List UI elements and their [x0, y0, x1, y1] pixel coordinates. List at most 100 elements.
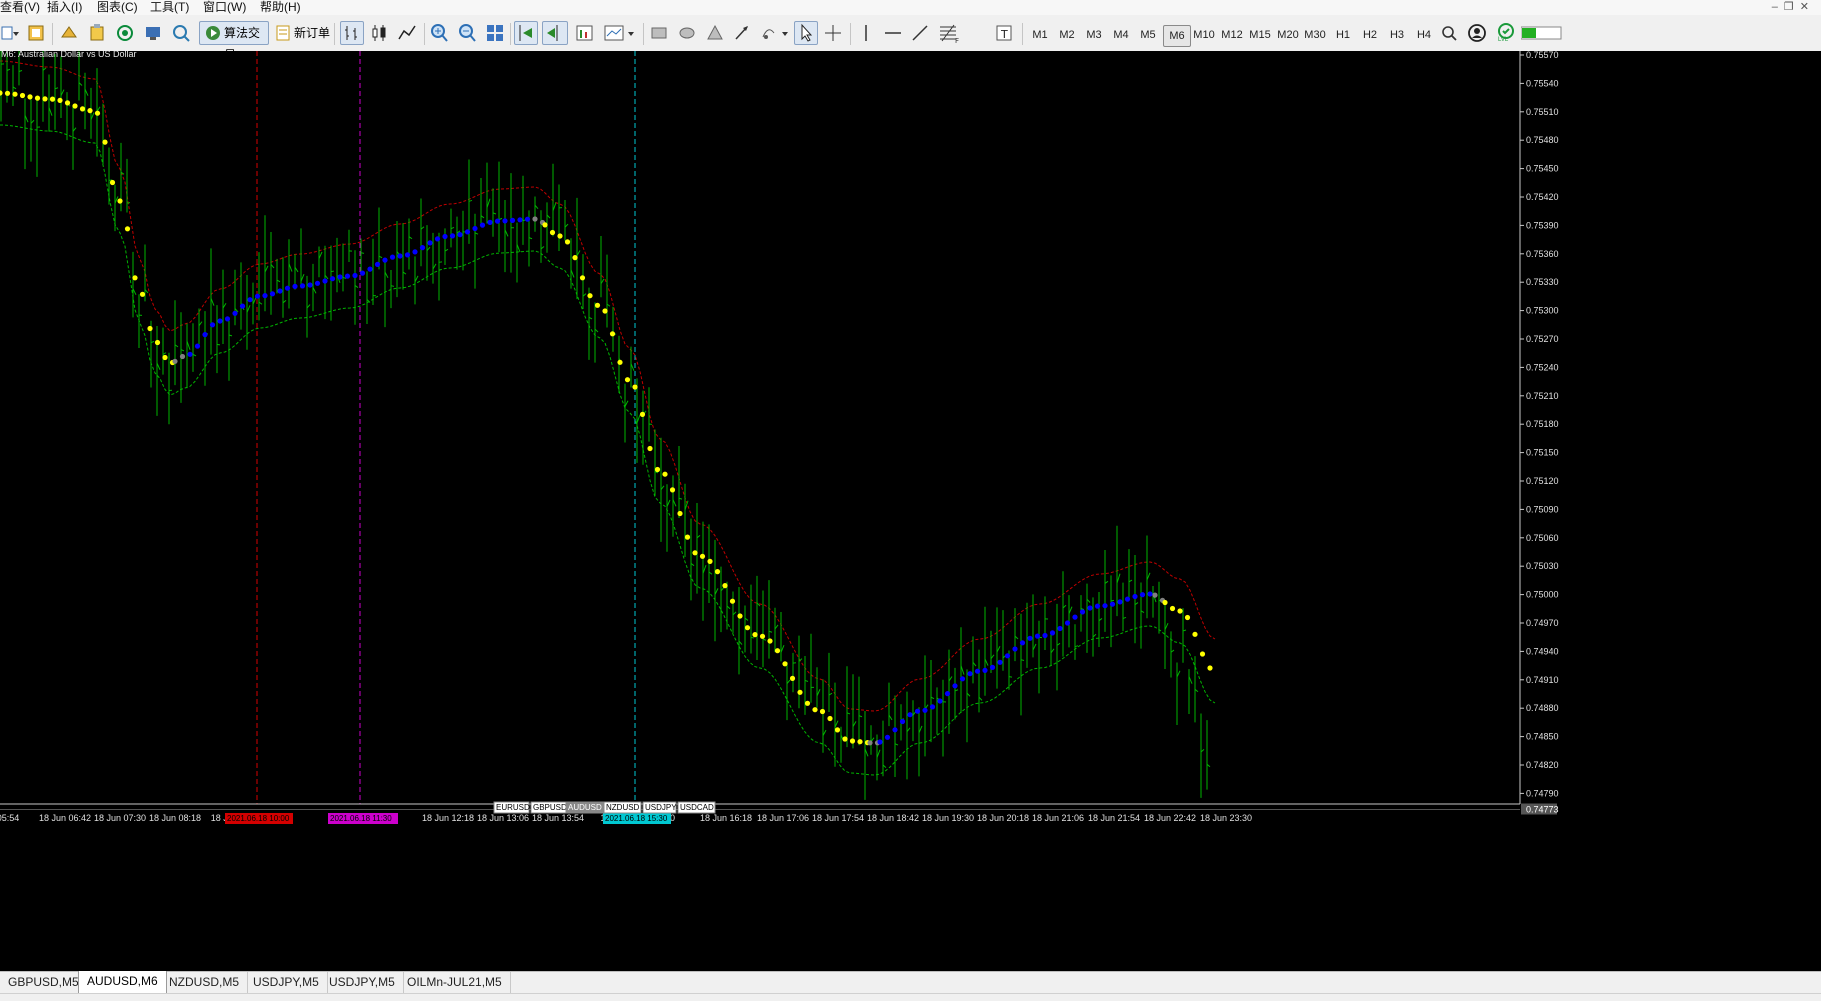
trend-dot	[247, 297, 252, 302]
line-chart-icon[interactable]	[396, 21, 420, 45]
menu-charts[interactable]: 图表(C)	[97, 0, 138, 15]
triangle-icon[interactable]	[704, 21, 726, 45]
trend-dot	[0, 90, 3, 95]
time-label: 18 Jun 18:42	[867, 813, 919, 823]
price-label: 0.74940	[1526, 646, 1559, 656]
indicators-icon[interactable]	[574, 21, 596, 45]
trend-dot	[580, 275, 585, 280]
price-chart[interactable]: 0.755700.755400.755100.754800.754500.754…	[0, 51, 1821, 971]
timeframe-m20[interactable]: M20	[1275, 25, 1301, 45]
trend-dot	[1117, 599, 1122, 604]
chart-shift-icon[interactable]	[542, 21, 568, 45]
tab-oilmn-jul21-m5[interactable]: OILMn-JUL21,M5	[399, 972, 511, 993]
zoom-in-icon[interactable]	[428, 21, 450, 45]
new-order-label: 新订单	[294, 21, 330, 45]
trend-dot	[812, 707, 817, 712]
text-label-icon[interactable]: T	[993, 21, 1015, 45]
trend-dot	[240, 304, 245, 309]
menu-insert[interactable]: 插入(I)	[47, 0, 82, 15]
trend-dot	[782, 661, 787, 666]
timeframe-m12[interactable]: M12	[1219, 25, 1245, 45]
trend-dot	[1162, 600, 1167, 605]
timeframe-m30[interactable]: M30	[1302, 25, 1328, 45]
tab-audusd-m6[interactable]: AUDUSD,M6	[78, 971, 167, 994]
timeframe-m10[interactable]: M10	[1191, 25, 1217, 45]
market-watch-icon[interactable]	[58, 21, 80, 45]
trend-dot	[225, 316, 230, 321]
profiles-icon[interactable]	[25, 21, 47, 45]
crosshair-icon[interactable]	[822, 21, 844, 45]
trend-dot	[1147, 591, 1152, 596]
account-icon[interactable]	[1466, 21, 1488, 45]
timeframe-m2[interactable]: M2	[1054, 25, 1080, 45]
timeframe-m15[interactable]: M15	[1247, 25, 1273, 45]
menu-view[interactable]: 查看(V)	[0, 0, 40, 15]
trend-dot	[1080, 609, 1085, 614]
trend-dot	[1192, 632, 1197, 637]
search-icon[interactable]	[1438, 21, 1460, 45]
trend-dot	[1027, 636, 1032, 641]
templates-dropdown[interactable]	[602, 21, 638, 45]
timeframe-m4[interactable]: M4	[1108, 25, 1134, 45]
menu-tools[interactable]: 工具(T)	[150, 0, 189, 15]
restore-icon[interactable]: ❐	[1784, 1, 1800, 13]
trend-dot	[442, 234, 447, 239]
chart-window[interactable]: 0.755700.755400.755100.754800.754500.754…	[0, 51, 1821, 971]
trendline-icon[interactable]	[909, 21, 931, 45]
vertical-line-icon[interactable]	[856, 21, 876, 45]
timeframe-h4[interactable]: H4	[1411, 25, 1437, 45]
tab-nzdusd-m5[interactable]: NZDUSD,M5	[161, 972, 248, 993]
timeframe-h2[interactable]: H2	[1357, 25, 1383, 45]
strategy-tester-icon[interactable]	[170, 21, 192, 45]
terminal-icon[interactable]	[142, 21, 164, 45]
trend-dot	[487, 220, 492, 225]
trend-dot	[495, 219, 500, 224]
lower-band	[0, 125, 1215, 775]
zoom-out-icon[interactable]	[456, 21, 478, 45]
timeframe-m3[interactable]: M3	[1081, 25, 1107, 45]
rectangle-icon[interactable]	[648, 21, 670, 45]
fibonacci-icon[interactable]: F	[936, 21, 962, 45]
price-label: 0.75060	[1526, 533, 1559, 543]
data-window-icon[interactable]	[86, 21, 108, 45]
menu-help[interactable]: 帮助(H)	[260, 0, 301, 15]
auto-scroll-icon[interactable]	[514, 21, 538, 45]
price-label: 0.75450	[1526, 164, 1559, 174]
menu-window[interactable]: 窗口(W)	[203, 0, 246, 15]
ellipse-icon[interactable]	[676, 21, 698, 45]
trend-dot	[967, 671, 972, 676]
navigator-icon[interactable]	[114, 21, 136, 45]
minimize-icon[interactable]: –	[1772, 1, 1784, 13]
time-label: 18 Jun 17:54	[812, 813, 864, 823]
timeframe-h3[interactable]: H3	[1384, 25, 1410, 45]
signal-status-icon[interactable]: LVL	[1494, 21, 1518, 45]
trend-dot	[677, 511, 682, 516]
tile-windows-icon[interactable]	[484, 21, 506, 45]
candlestick-icon[interactable]	[368, 21, 392, 45]
chart-title-prefix: M6:	[1, 51, 18, 59]
toolbar-separator	[850, 23, 851, 45]
window-controls[interactable]: –❐✕	[1772, 0, 1815, 15]
trend-dot	[465, 229, 470, 234]
tab-usdjpy-m5-2[interactable]: USDJPY,M5	[321, 972, 404, 993]
trend-dot	[20, 93, 25, 98]
tab-gbpusd-m5[interactable]: GBPUSD,M5	[0, 972, 88, 993]
trend-dot	[480, 223, 485, 228]
tab-usdjpy-m5[interactable]: USDJPY,M5	[245, 972, 328, 993]
timeframe-m5[interactable]: M5	[1135, 25, 1161, 45]
timeframe-m6[interactable]: M6	[1163, 25, 1191, 47]
trend-dot	[172, 359, 177, 364]
timeframe-h1[interactable]: H1	[1330, 25, 1356, 45]
new-order-button[interactable]: 新订单	[274, 21, 332, 45]
close-icon[interactable]: ✕	[1800, 1, 1815, 13]
algo-trading-button[interactable]: 算法交易	[199, 21, 269, 45]
arrow-icon[interactable]	[731, 21, 753, 45]
cursor-icon[interactable]	[794, 21, 818, 45]
timeframe-m1[interactable]: M1	[1027, 25, 1053, 45]
shapes-dropdown[interactable]	[758, 21, 792, 45]
trend-dot	[270, 291, 275, 296]
bar-chart-icon[interactable]	[340, 21, 364, 45]
horizontal-line-icon[interactable]	[882, 21, 904, 45]
new-chart-icon[interactable]	[0, 21, 20, 45]
trend-dot	[1140, 592, 1145, 597]
